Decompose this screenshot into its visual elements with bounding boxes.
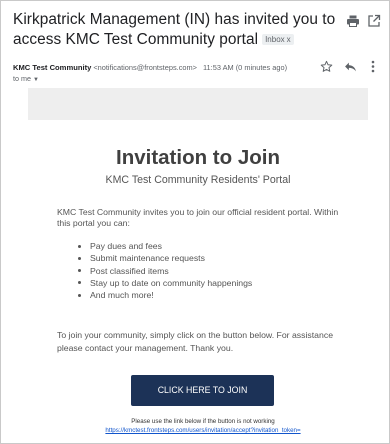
list-item: Stay up to date on community happenings <box>78 277 252 289</box>
inbox-label-chip[interactable]: Inbox x <box>262 34 294 45</box>
email-timestamp: 11:53 AM (0 minutes ago) <box>202 63 288 72</box>
intro-text: KMC Test Community invites you to join o… <box>57 207 339 229</box>
list-item: Pay dues and fees <box>78 240 252 252</box>
star-icon[interactable] <box>320 60 333 73</box>
chevron-down-icon[interactable]: ▼ <box>33 77 39 83</box>
feature-list: Pay dues and fees Submit maintenance req… <box>78 240 252 301</box>
open-in-new-window-icon[interactable] <box>367 14 381 28</box>
email-view: Kirkpatrick Management (IN) has invited … <box>0 0 390 444</box>
sender-name[interactable]: KMC Test Community <box>13 63 91 72</box>
join-button[interactable]: CLICK HERE TO JOIN <box>131 375 274 406</box>
list-item: Post classified items <box>78 265 252 277</box>
recipient-details[interactable]: to me ▼ <box>13 74 39 83</box>
invitation-title: Invitation to Join <box>116 146 280 169</box>
sender-email: <notifications@frontsteps.com> <box>93 63 197 72</box>
remove-label-icon[interactable]: x <box>287 35 291 44</box>
invitation-link[interactable]: https://kmctest.frontsteps.com/users/inv… <box>28 427 378 434</box>
more-vert-icon[interactable] <box>370 60 376 73</box>
list-item: And much more! <box>78 289 252 301</box>
invitation-subtitle: KMC Test Community Residents' Portal <box>105 174 291 186</box>
list-item: Submit maintenance requests <box>78 252 252 264</box>
sender-row: KMC Test Community <notifications@frontst… <box>13 63 287 72</box>
recipient-label: to me <box>13 74 31 83</box>
email-header-banner <box>28 88 368 120</box>
join-instructions: To join your community, simply click on … <box>57 330 334 353</box>
inbox-label-text: Inbox <box>265 35 285 44</box>
subject-row: Kirkpatrick Management (IN) has invited … <box>13 10 343 50</box>
fallback-note: Please use the link below if the button … <box>131 418 275 425</box>
reply-icon[interactable] <box>344 61 357 73</box>
print-icon[interactable] <box>346 14 360 28</box>
